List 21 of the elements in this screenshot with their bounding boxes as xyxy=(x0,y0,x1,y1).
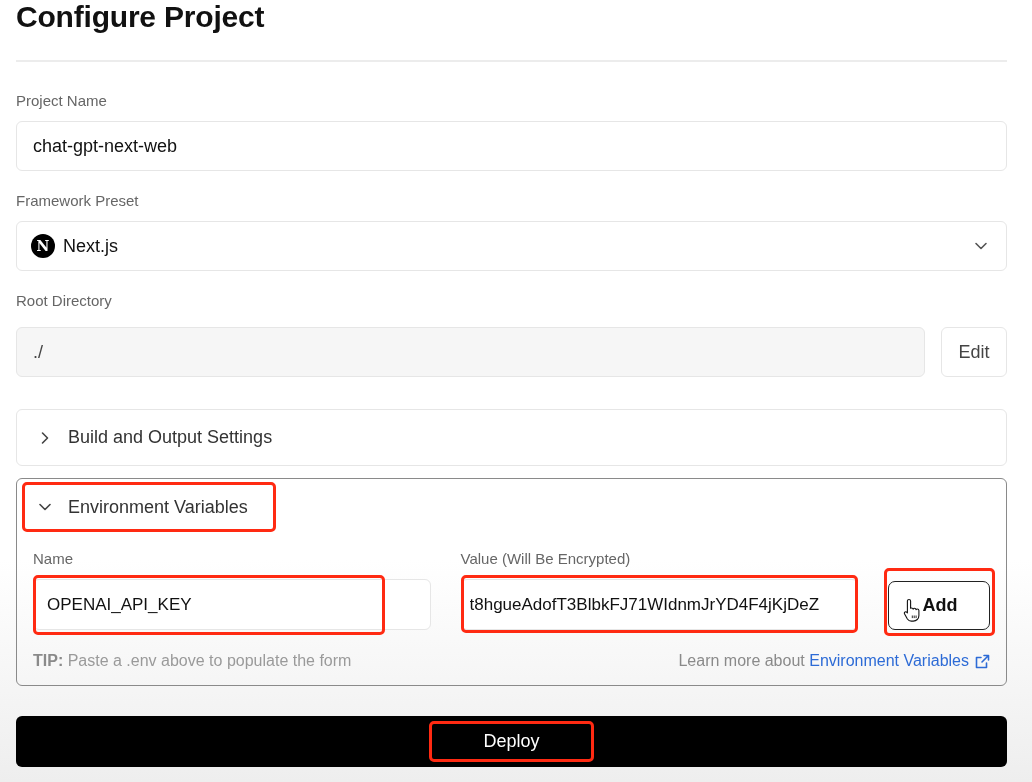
section-toggle[interactable]: Environment Variables xyxy=(17,479,1006,535)
hand-cursor-icon xyxy=(903,598,921,622)
input-field[interactable]: chat-gpt-next-web xyxy=(16,121,1007,171)
input-field[interactable]: ./ xyxy=(16,327,925,377)
add-button[interactable]: Add xyxy=(888,581,990,630)
page-title: Configure Project xyxy=(16,0,266,34)
field-label: Value (Will Be Encrypted) xyxy=(460,549,631,569)
framework-select[interactable]: N Next.js xyxy=(16,221,1007,271)
section-toggle[interactable]: Build and Output Settings xyxy=(17,410,1006,465)
input-field[interactable]: OPENAI_API_KEY xyxy=(33,579,431,630)
field-label: Root Directory xyxy=(16,291,112,311)
edit-button[interactable]: Edit xyxy=(941,327,1007,377)
framework-logo-icon: N xyxy=(31,234,55,258)
field-label: Project Name xyxy=(16,91,107,111)
docs-link[interactable]: Environment Variables xyxy=(809,651,990,671)
deploy-button[interactable]: Deploy xyxy=(16,716,1007,767)
field-label: Name xyxy=(33,549,73,569)
tip-text: TIP: Paste a .env above to populate the form xyxy=(33,651,352,671)
learn-more-text: Learn more about Environment Variables xyxy=(678,651,990,671)
field-label: Framework Preset xyxy=(16,191,139,211)
external-link-icon xyxy=(975,653,990,669)
